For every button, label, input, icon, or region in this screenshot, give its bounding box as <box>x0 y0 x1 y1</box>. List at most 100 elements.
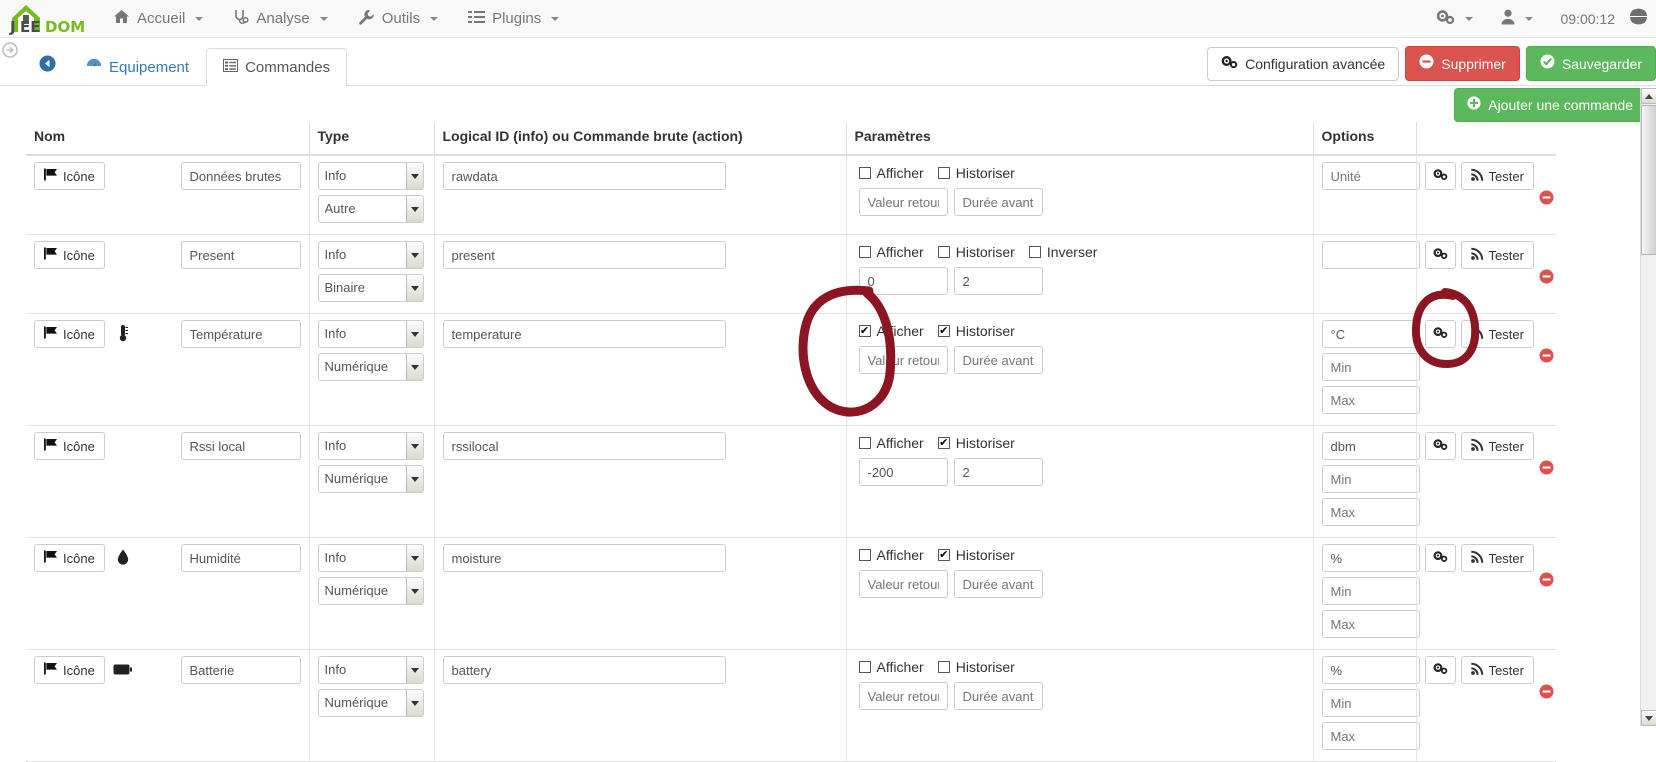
command-name-input-2[interactable] <box>181 320 301 348</box>
max-input-5[interactable] <box>1322 722 1420 750</box>
command-subtype-select-3[interactable]: Numérique <box>318 465 424 493</box>
command-type-select-5[interactable]: Info <box>318 656 424 684</box>
parameter-duration-input-5[interactable] <box>954 682 1043 710</box>
choose-icon-button[interactable]: Icône <box>34 320 105 348</box>
unit-input-4[interactable] <box>1322 544 1420 572</box>
parameter-value-input-4[interactable] <box>859 570 948 598</box>
logical-id-input-3[interactable] <box>443 432 726 460</box>
sidebar-toggle-icon[interactable] <box>2 42 18 58</box>
logical-id-input-2[interactable] <box>443 320 726 348</box>
command-subtype-select-5[interactable]: Numérique <box>318 689 424 717</box>
command-configuration-button-3[interactable] <box>1425 432 1456 460</box>
unit-input-2[interactable] <box>1322 320 1420 348</box>
command-name-input-3[interactable] <box>181 432 301 460</box>
nav-user-menu[interactable] <box>1487 0 1547 38</box>
command-name-input-5[interactable] <box>181 656 301 684</box>
remove-command-button-2[interactable] <box>1539 348 1554 367</box>
command-subtype-select-2[interactable]: Numérique <box>318 353 424 381</box>
command-type-select-0[interactable]: Info <box>318 162 424 190</box>
parameter-duration-input-0[interactable] <box>954 188 1043 216</box>
afficher-checkbox-2[interactable]: ✔ <box>859 325 871 337</box>
nav-item-outils[interactable]: Outils <box>343 0 453 38</box>
globe-icon[interactable] <box>1629 7 1652 31</box>
tab-commandes[interactable]: Commandes <box>206 48 347 87</box>
afficher-checkbox-3[interactable] <box>859 437 871 449</box>
inverser-checkbox-1[interactable] <box>1029 246 1041 258</box>
tab-back-button[interactable] <box>26 44 69 87</box>
parameter-value-input-0[interactable] <box>859 188 948 216</box>
max-input-3[interactable] <box>1322 498 1420 526</box>
max-input-2[interactable] <box>1322 386 1420 414</box>
historiser-checkbox-4[interactable]: ✔ <box>938 549 950 561</box>
logical-id-input-1[interactable] <box>443 241 726 269</box>
parameter-value-input-5[interactable] <box>859 682 948 710</box>
jeedom-logo[interactable]: J EE DOM <box>0 0 88 38</box>
afficher-checkbox-1[interactable] <box>859 246 871 258</box>
test-button-5[interactable]: Tester <box>1461 656 1534 684</box>
afficher-checkbox-5[interactable] <box>859 661 871 673</box>
remove-command-button-4[interactable] <box>1539 572 1554 591</box>
command-configuration-button-1[interactable] <box>1425 241 1456 269</box>
min-input-2[interactable] <box>1322 353 1420 381</box>
scrollbar-thumb[interactable] <box>1641 105 1656 255</box>
historiser-checkbox-5[interactable] <box>938 661 950 673</box>
command-subtype-select-4[interactable]: Numérique <box>318 577 424 605</box>
command-name-input-0[interactable] <box>181 162 301 190</box>
command-subtype-select-1[interactable]: Binaire <box>318 274 424 302</box>
parameter-duration-input-2[interactable] <box>954 346 1043 374</box>
unit-input-1[interactable] <box>1322 241 1420 269</box>
command-configuration-button-4[interactable] <box>1425 544 1456 572</box>
parameter-value-input-1[interactable] <box>859 267 948 295</box>
min-input-3[interactable] <box>1322 465 1420 493</box>
nav-settings-menu[interactable] <box>1422 0 1487 38</box>
historiser-checkbox-1[interactable] <box>938 246 950 258</box>
test-button-3[interactable]: Tester <box>1461 432 1534 460</box>
parameter-value-input-3[interactable] <box>859 458 948 486</box>
nav-item-plugins[interactable]: Plugins <box>453 1 574 37</box>
add-command-button[interactable]: Ajouter une commande <box>1454 88 1646 122</box>
afficher-checkbox-0[interactable] <box>859 167 871 179</box>
remove-command-button-0[interactable] <box>1539 190 1554 209</box>
command-configuration-button-2[interactable] <box>1425 320 1456 348</box>
command-configuration-button-5[interactable] <box>1425 656 1456 684</box>
command-type-select-3[interactable]: Info <box>318 432 424 460</box>
tab-equipement[interactable]: Equipement <box>69 47 206 87</box>
scroll-down-button[interactable] <box>1641 710 1656 726</box>
parameter-duration-input-4[interactable] <box>954 570 1043 598</box>
command-type-select-4[interactable]: Info <box>318 544 424 572</box>
nav-item-analyse[interactable]: Analyse <box>218 0 342 38</box>
choose-icon-button[interactable]: Icône <box>34 544 105 572</box>
delete-button[interactable]: Supprimer <box>1405 46 1520 81</box>
advanced-configuration-button[interactable]: Configuration avancée <box>1207 47 1399 81</box>
command-configuration-button-0[interactable] <box>1425 162 1456 190</box>
command-type-select-1[interactable]: Info <box>318 241 424 269</box>
min-input-5[interactable] <box>1322 689 1420 717</box>
test-button-4[interactable]: Tester <box>1461 544 1534 572</box>
parameter-value-input-2[interactable] <box>859 346 948 374</box>
unit-input-0[interactable] <box>1322 162 1420 190</box>
choose-icon-button[interactable]: Icône <box>34 432 105 460</box>
logical-id-input-5[interactable] <box>443 656 726 684</box>
parameter-duration-input-1[interactable] <box>954 267 1043 295</box>
logical-id-input-4[interactable] <box>443 544 726 572</box>
unit-input-3[interactable] <box>1322 432 1420 460</box>
scroll-up-button[interactable] <box>1641 88 1656 104</box>
vertical-scrollbar[interactable] <box>1640 88 1656 726</box>
unit-input-5[interactable] <box>1322 656 1420 684</box>
choose-icon-button[interactable]: Icône <box>34 241 105 269</box>
min-input-4[interactable] <box>1322 577 1420 605</box>
command-subtype-select-0[interactable]: Autre <box>318 195 424 223</box>
choose-icon-button[interactable]: Icône <box>34 162 105 190</box>
nav-item-accueil[interactable]: Accueil <box>98 0 218 37</box>
test-button-0[interactable]: Tester <box>1461 162 1534 190</box>
remove-command-button-3[interactable] <box>1539 460 1554 479</box>
remove-command-button-5[interactable] <box>1539 684 1554 703</box>
max-input-4[interactable] <box>1322 610 1420 638</box>
test-button-1[interactable]: Tester <box>1461 241 1534 269</box>
save-button[interactable]: Sauvegarder <box>1526 46 1656 81</box>
command-name-input-1[interactable] <box>181 241 301 269</box>
remove-command-button-1[interactable] <box>1539 269 1554 288</box>
historiser-checkbox-0[interactable] <box>938 167 950 179</box>
parameter-duration-input-3[interactable] <box>954 458 1043 486</box>
command-name-input-4[interactable] <box>181 544 301 572</box>
